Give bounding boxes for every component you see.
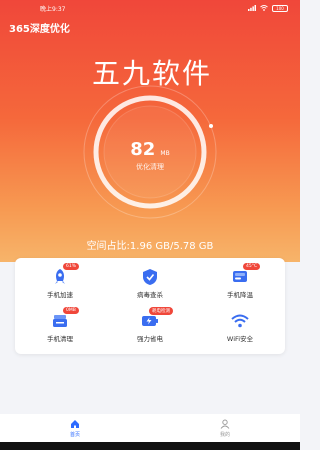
tool-label: 手机清理 (47, 335, 73, 343)
tab-home[interactable]: 首页 (0, 414, 150, 442)
gauge-subtitle: 优化清理 (136, 163, 164, 171)
status-bar: 晚上9:37 100 (0, 0, 300, 16)
rocket-icon (55, 269, 65, 284)
broom-icon (53, 315, 67, 327)
shield-icon (143, 269, 157, 285)
signal-icon (248, 5, 256, 11)
tool-phone-cooling[interactable]: 45°C 手机降温 (195, 260, 285, 304)
gauge-value: 82 MB (0, 139, 300, 160)
battery-icon: 100 (272, 4, 288, 12)
storage-usage-text: 空间占比:1.96 GB/5.78 GB (86, 241, 214, 252)
app-title: 365深度优化 (9, 24, 70, 35)
battery-icon (142, 316, 158, 326)
bottom-tab-bar: 首页 我的 (0, 414, 300, 442)
tab-label: 我的 (219, 432, 230, 438)
tool-label: 手机降温 (227, 291, 253, 299)
tool-wifi-security[interactable]: WiFi安全 (195, 304, 285, 348)
system-nav-bar (0, 442, 300, 450)
tool-power-save[interactable]: 耗电检测 强力省电 (105, 304, 195, 348)
tool-label: WiFi安全 (226, 335, 254, 343)
tools-card: 61% 手机加速 病毒查杀 45°C 手机降温 0MB 手机清理 耗电检测 强力… (15, 258, 285, 354)
tool-label: 强力省电 (137, 335, 163, 343)
thermometer-icon (233, 271, 247, 282)
status-time: 晚上9:37 (40, 5, 66, 13)
tool-virus-scan[interactable]: 病毒查杀 (105, 260, 195, 304)
home-icon (71, 420, 79, 428)
tab-label: 首页 (69, 432, 80, 438)
tool-phone-boost[interactable]: 61% 手机加速 (15, 260, 105, 304)
wifi-status-icon (260, 5, 268, 11)
tool-label: 手机加速 (47, 291, 73, 299)
battery-level: 100 (276, 5, 284, 11)
tool-phone-clean[interactable]: 0MB 手机清理 (15, 304, 105, 348)
gauge-unit: MB (160, 150, 170, 157)
tab-mine[interactable]: 我的 (150, 414, 300, 442)
status-icons: 100 (248, 4, 288, 12)
user-icon (220, 419, 230, 429)
wifi-icon (231, 314, 249, 328)
tool-label: 病毒查杀 (137, 291, 163, 299)
gauge-number: 82 (130, 139, 156, 160)
